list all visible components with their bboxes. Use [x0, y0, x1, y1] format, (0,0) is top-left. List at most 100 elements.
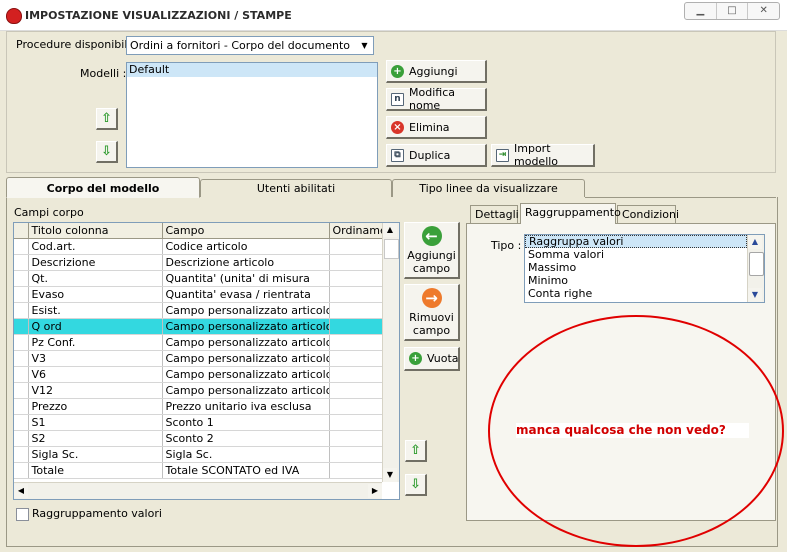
cell-titolo[interactable]: S2 [28, 430, 163, 447]
row-indicator[interactable] [14, 254, 29, 271]
tab-corpo-modello[interactable]: Corpo del modello [6, 177, 200, 198]
cell-ordinamento[interactable] [329, 238, 383, 255]
field-move-down-button[interactable]: ⇩ [405, 474, 427, 496]
cell-campo[interactable]: Quantita' (unita' di misura [162, 270, 330, 287]
cell-ordinamento[interactable] [329, 270, 383, 287]
cell-campo[interactable]: Campo personalizzato articolo [162, 302, 330, 319]
row-indicator[interactable] [14, 238, 29, 255]
cell-ordinamento[interactable] [329, 430, 383, 447]
row-indicator[interactable] [14, 366, 29, 383]
tipo-option[interactable]: Conta righe [525, 287, 747, 300]
scroll-thumb[interactable] [749, 252, 764, 276]
cell-campo[interactable]: Codice articolo [162, 238, 330, 255]
cell-campo[interactable]: Sconto 1 [162, 414, 330, 431]
cell-ordinamento[interactable] [329, 446, 383, 463]
tipo-scrollbar[interactable]: ▲ ▼ [747, 235, 764, 302]
table-row[interactable]: Prezzo Prezzo unitario iva esclusa [14, 398, 383, 415]
table-row[interactable]: Esist. Campo personalizzato articolo [14, 302, 383, 319]
grid-vertical-scrollbar[interactable]: ▲ ▼ [382, 223, 399, 482]
table-row[interactable]: Totale Totale SCONTATO ed IVA [14, 462, 383, 479]
raggruppamento-checkbox[interactable] [16, 508, 29, 521]
table-row[interactable]: V3 Campo personalizzato articolo [14, 350, 383, 367]
grid-horizontal-scrollbar[interactable]: ◀ ▶ [14, 482, 382, 499]
cell-titolo[interactable]: Pz Conf. [28, 334, 163, 351]
duplica-button[interactable]: ⧉ Duplica [386, 144, 487, 167]
cell-ordinamento[interactable] [329, 286, 383, 303]
column-header-ordinamento[interactable]: Ordinamen [329, 223, 383, 239]
close-button[interactable]: ✕ [748, 3, 779, 19]
cell-campo[interactable]: Prezzo unitario iva esclusa [162, 398, 330, 415]
table-row[interactable]: V12 Campo personalizzato articolo [14, 382, 383, 399]
tab-tipo-linee[interactable]: Tipo linee da visualizzare [392, 179, 585, 197]
tipo-listbox[interactable]: Raggruppa valori Somma valori Massimo Minim… [524, 234, 765, 303]
rimuovi-campo-button[interactable]: → Rimuovi campo [404, 284, 460, 341]
row-indicator[interactable] [14, 270, 29, 287]
row-indicator[interactable] [14, 334, 29, 351]
scroll-left-icon[interactable]: ◀ [14, 484, 28, 498]
cell-campo[interactable]: Campo personalizzato articolo [162, 318, 330, 335]
aggiungi-campo-button[interactable]: ← Aggiungi campo [404, 222, 460, 279]
cell-titolo[interactable]: Cod.art. [28, 238, 163, 255]
tab-utenti-abilitati[interactable]: Utenti abilitati [200, 179, 392, 197]
cell-campo[interactable]: Descrizione articolo [162, 254, 330, 271]
table-row[interactable]: S2 Sconto 2 [14, 430, 383, 447]
modelli-item-default[interactable]: Default [127, 63, 377, 77]
cell-ordinamento[interactable] [329, 254, 383, 271]
tab-dettagli[interactable]: Dettagli [470, 205, 519, 223]
row-indicator[interactable] [14, 286, 29, 303]
modifica-nome-button[interactable]: n Modifica nome [386, 86, 487, 112]
chevron-down-icon[interactable]: ▼ [358, 39, 371, 52]
import-modello-button[interactable]: ⇥ Import modello [491, 142, 595, 168]
row-indicator[interactable] [14, 318, 29, 335]
row-indicator[interactable] [14, 414, 29, 431]
aggiungi-button[interactable]: + Aggiungi [386, 60, 487, 83]
cell-titolo[interactable]: Qt. [28, 270, 163, 287]
row-indicator[interactable] [14, 430, 29, 447]
row-indicator[interactable] [14, 382, 29, 399]
table-row[interactable]: Pz Conf. Campo personalizzato articolo [14, 334, 383, 351]
cell-titolo[interactable]: Prezzo [28, 398, 163, 415]
maximize-button[interactable]: □ [717, 3, 749, 19]
scroll-up-icon[interactable]: ▲ [748, 235, 762, 249]
table-row[interactable]: S1 Sconto 1 [14, 414, 383, 431]
row-indicator[interactable] [14, 350, 29, 367]
column-header-titolo[interactable]: Titolo colonna [28, 223, 163, 239]
row-indicator[interactable] [14, 398, 29, 415]
tipo-option[interactable]: Massimo [525, 261, 747, 274]
cell-ordinamento[interactable] [329, 302, 383, 319]
tab-condizioni[interactable]: Condizioni [617, 205, 679, 223]
move-up-button[interactable]: ⇧ [96, 108, 118, 130]
cell-ordinamento[interactable] [329, 334, 383, 351]
table-row[interactable]: Descrizione Descrizione articolo [14, 254, 383, 271]
procedure-select[interactable]: Ordini a fornitori - Corpo del documento… [126, 36, 374, 55]
cell-campo[interactable]: Campo personalizzato articolo [162, 366, 330, 383]
table-row[interactable]: Qt. Quantita' (unita' di misura [14, 270, 383, 287]
cell-titolo[interactable]: S1 [28, 414, 163, 431]
vuota-button[interactable]: + Vuota [404, 347, 460, 371]
tipo-option[interactable]: Somma valori [525, 248, 747, 261]
scroll-down-icon[interactable]: ▼ [383, 468, 397, 482]
cell-titolo[interactable]: Descrizione [28, 254, 163, 271]
table-row[interactable]: Q ord Campo personalizzato articolo [14, 318, 383, 335]
cell-campo[interactable]: Sconto 2 [162, 430, 330, 447]
cell-campo[interactable]: Campo personalizzato articolo [162, 334, 330, 351]
cell-ordinamento[interactable] [329, 414, 383, 431]
cell-ordinamento[interactable] [329, 398, 383, 415]
tipo-option[interactable]: Raggruppa valori [525, 235, 747, 248]
cell-ordinamento[interactable] [329, 382, 383, 399]
elimina-button[interactable]: × Elimina [386, 116, 487, 139]
cell-titolo[interactable]: V6 [28, 366, 163, 383]
cell-ordinamento[interactable] [329, 350, 383, 367]
cell-ordinamento[interactable] [329, 462, 383, 479]
column-header-campo[interactable]: Campo [162, 223, 330, 239]
scroll-right-icon[interactable]: ▶ [368, 484, 382, 498]
cell-titolo[interactable]: Esist. [28, 302, 163, 319]
row-indicator[interactable] [14, 446, 29, 463]
cell-ordinamento[interactable] [329, 366, 383, 383]
cell-campo[interactable]: Totale SCONTATO ed IVA [162, 462, 330, 479]
row-indicator[interactable] [14, 462, 29, 479]
cell-titolo[interactable]: Totale [28, 462, 163, 479]
cell-titolo[interactable]: Q ord [28, 318, 163, 335]
tab-raggruppamento[interactable]: Raggruppamento [520, 203, 621, 224]
scroll-down-icon[interactable]: ▼ [748, 288, 762, 302]
